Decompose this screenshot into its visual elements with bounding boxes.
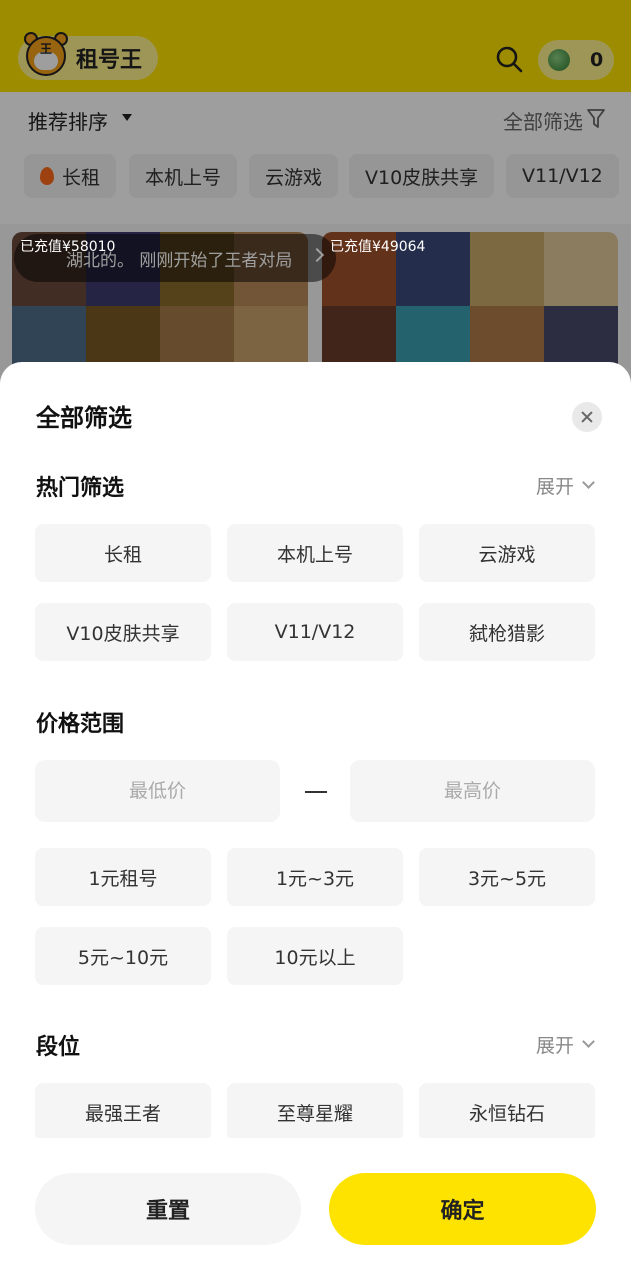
hot-filter-option[interactable]: 弑枪猎影 — [419, 603, 595, 661]
chevron-down-icon — [582, 476, 595, 489]
sheet-title: 全部筛选 — [36, 404, 132, 432]
rank-expand[interactable]: 展开 — [536, 1031, 595, 1058]
hot-filter-option[interactable]: 长租 — [35, 524, 211, 582]
filter-sheet: 全部筛选 热门筛选 展开 长租 本机上号 云游戏 V10皮肤共享 V11/V12… — [0, 362, 631, 1280]
close-icon[interactable] — [572, 402, 602, 432]
rank-option[interactable]: 最强王者 — [35, 1083, 211, 1141]
hot-filter-option[interactable]: 云游戏 — [419, 524, 595, 582]
price-range-title: 价格范围 — [36, 712, 125, 737]
min-price-input[interactable] — [35, 760, 280, 822]
hot-filter-title: 热门筛选 — [36, 476, 125, 501]
confirm-button[interactable]: 确定 — [329, 1173, 596, 1245]
chevron-down-icon — [582, 1035, 595, 1048]
hot-filter-option[interactable]: 本机上号 — [227, 524, 403, 582]
reset-button[interactable]: 重置 — [35, 1173, 301, 1245]
rank-option[interactable]: 至尊星耀 — [227, 1083, 403, 1141]
hot-filter-option[interactable]: V10皮肤共享 — [35, 603, 211, 661]
range-dash — [305, 791, 327, 793]
hot-filter-expand[interactable]: 展开 — [536, 472, 595, 499]
price-option[interactable]: 5元~10元 — [35, 927, 211, 985]
rank-option[interactable]: 永恒钻石 — [419, 1083, 595, 1141]
price-option[interactable]: 3元~5元 — [419, 848, 595, 906]
max-price-input[interactable] — [350, 760, 595, 822]
hot-filter-option[interactable]: V11/V12 — [227, 603, 403, 661]
price-option[interactable]: 1元~3元 — [227, 848, 403, 906]
price-option[interactable]: 10元以上 — [227, 927, 403, 985]
card-charge-amount: 已充值¥49064 — [330, 239, 426, 255]
rank-title: 段位 — [36, 1035, 81, 1060]
card-charge-amount: 已充值¥58010 — [20, 239, 116, 255]
price-option[interactable]: 1元租号 — [35, 848, 211, 906]
